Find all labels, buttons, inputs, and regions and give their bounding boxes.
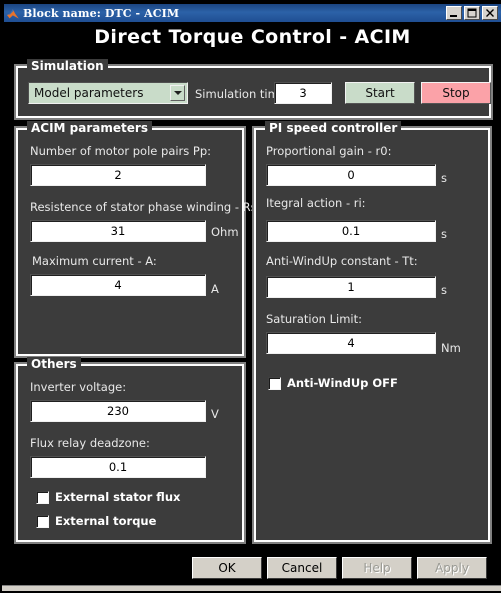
- acim-field-2-label: Maximum current - A:: [32, 254, 157, 268]
- pi-field-0-unit: s: [441, 171, 447, 185]
- checkbox-icon[interactable]: [268, 376, 281, 390]
- saturation-limit-input[interactable]: 4: [266, 332, 436, 354]
- simulation-legend: Simulation: [27, 59, 108, 73]
- proportional-gain-input[interactable]: 0: [266, 164, 436, 186]
- external-stator-flux-checkbox[interactable]: External stator flux: [36, 490, 180, 504]
- pi-field-0-label: Proportional gain - r0:: [266, 144, 392, 158]
- checkbox-icon[interactable]: [36, 490, 49, 504]
- pi-field-3-unit: Nm: [441, 341, 461, 355]
- cancel-button[interactable]: Cancel: [267, 557, 337, 579]
- footer-bar: OK Cancel Help Apply: [4, 553, 501, 583]
- flux-deadzone-input[interactable]: 0.1: [30, 456, 206, 478]
- integral-action-input[interactable]: 0.1: [266, 220, 436, 242]
- mode-select[interactable]: Model parameters: [28, 82, 188, 104]
- pi-field-3-label: Saturation Limit:: [266, 312, 362, 326]
- stop-button[interactable]: Stop: [421, 82, 491, 104]
- apply-button[interactable]: Apply: [417, 557, 487, 579]
- pi-speed-controller-group: PI speed controller Proportional gain - …: [254, 121, 490, 542]
- dialog-window: Block name: DTC - ACIM Direct Torque Con…: [0, 0, 501, 593]
- help-button[interactable]: Help: [342, 557, 412, 579]
- acim-parameters-group: ACIM parameters Number of motor pole pai…: [16, 121, 261, 356]
- pole-pairs-input[interactable]: 2: [30, 164, 206, 186]
- external-torque-checkbox[interactable]: External torque: [36, 514, 156, 528]
- matlab-icon: [6, 6, 20, 20]
- pi-legend: PI speed controller: [265, 121, 402, 135]
- acim-field-1-unit: Ohm: [211, 225, 239, 239]
- checkbox-icon[interactable]: [36, 514, 49, 528]
- anti-windup-off-label: Anti-WindUp OFF: [287, 376, 398, 390]
- ok-button[interactable]: OK: [192, 557, 262, 579]
- others-legend: Others: [27, 357, 81, 371]
- others-field-1-label: Flux relay deadzone:: [30, 436, 150, 450]
- pi-field-2-unit: s: [441, 283, 447, 297]
- others-group: Others Inverter voltage: 230 V Flux rela…: [16, 357, 244, 542]
- chevron-down-icon[interactable]: [170, 85, 185, 101]
- window-bottom-bevel: [2, 585, 501, 591]
- inverter-voltage-input[interactable]: 230: [30, 400, 206, 422]
- anti-windup-constant-input[interactable]: 1: [266, 276, 436, 298]
- simulation-group: Simulation Model parameters Simulation t…: [16, 59, 491, 118]
- close-icon[interactable]: [482, 6, 498, 20]
- pi-field-1-label: Itegral action - ri:: [266, 196, 366, 210]
- page-title: Direct Torque Control - ACIM: [94, 26, 411, 48]
- external-stator-flux-label: External stator flux: [55, 490, 181, 504]
- max-current-input[interactable]: 4: [30, 274, 206, 296]
- minimize-icon[interactable]: [446, 6, 462, 20]
- stator-resistance-input[interactable]: 31: [30, 220, 206, 242]
- start-button[interactable]: Start: [345, 82, 415, 104]
- acim-legend: ACIM parameters: [27, 121, 152, 135]
- maximize-icon[interactable]: [464, 6, 480, 20]
- external-torque-label: External torque: [55, 514, 157, 528]
- title-bar: Block name: DTC - ACIM: [4, 4, 501, 22]
- acim-field-2-unit: A: [211, 282, 219, 296]
- others-field-0-label: Inverter voltage:: [30, 380, 127, 394]
- acim-field-1-label: Resistence of stator phase winding - Rs:: [30, 200, 261, 214]
- sim-time-input[interactable]: 3: [274, 82, 332, 104]
- pi-field-1-unit: s: [441, 227, 447, 241]
- acim-field-0-label: Number of motor pole pairs Pp:: [30, 144, 212, 158]
- anti-windup-off-checkbox[interactable]: Anti-WindUp OFF: [268, 376, 398, 390]
- pi-field-2-label: Anti-WindUp constant - Tt:: [266, 254, 418, 268]
- others-field-0-unit: V: [211, 407, 219, 421]
- window-title: Block name: DTC - ACIM: [23, 6, 180, 20]
- window-controls: [446, 6, 498, 20]
- mode-select-value: Model parameters: [34, 86, 144, 100]
